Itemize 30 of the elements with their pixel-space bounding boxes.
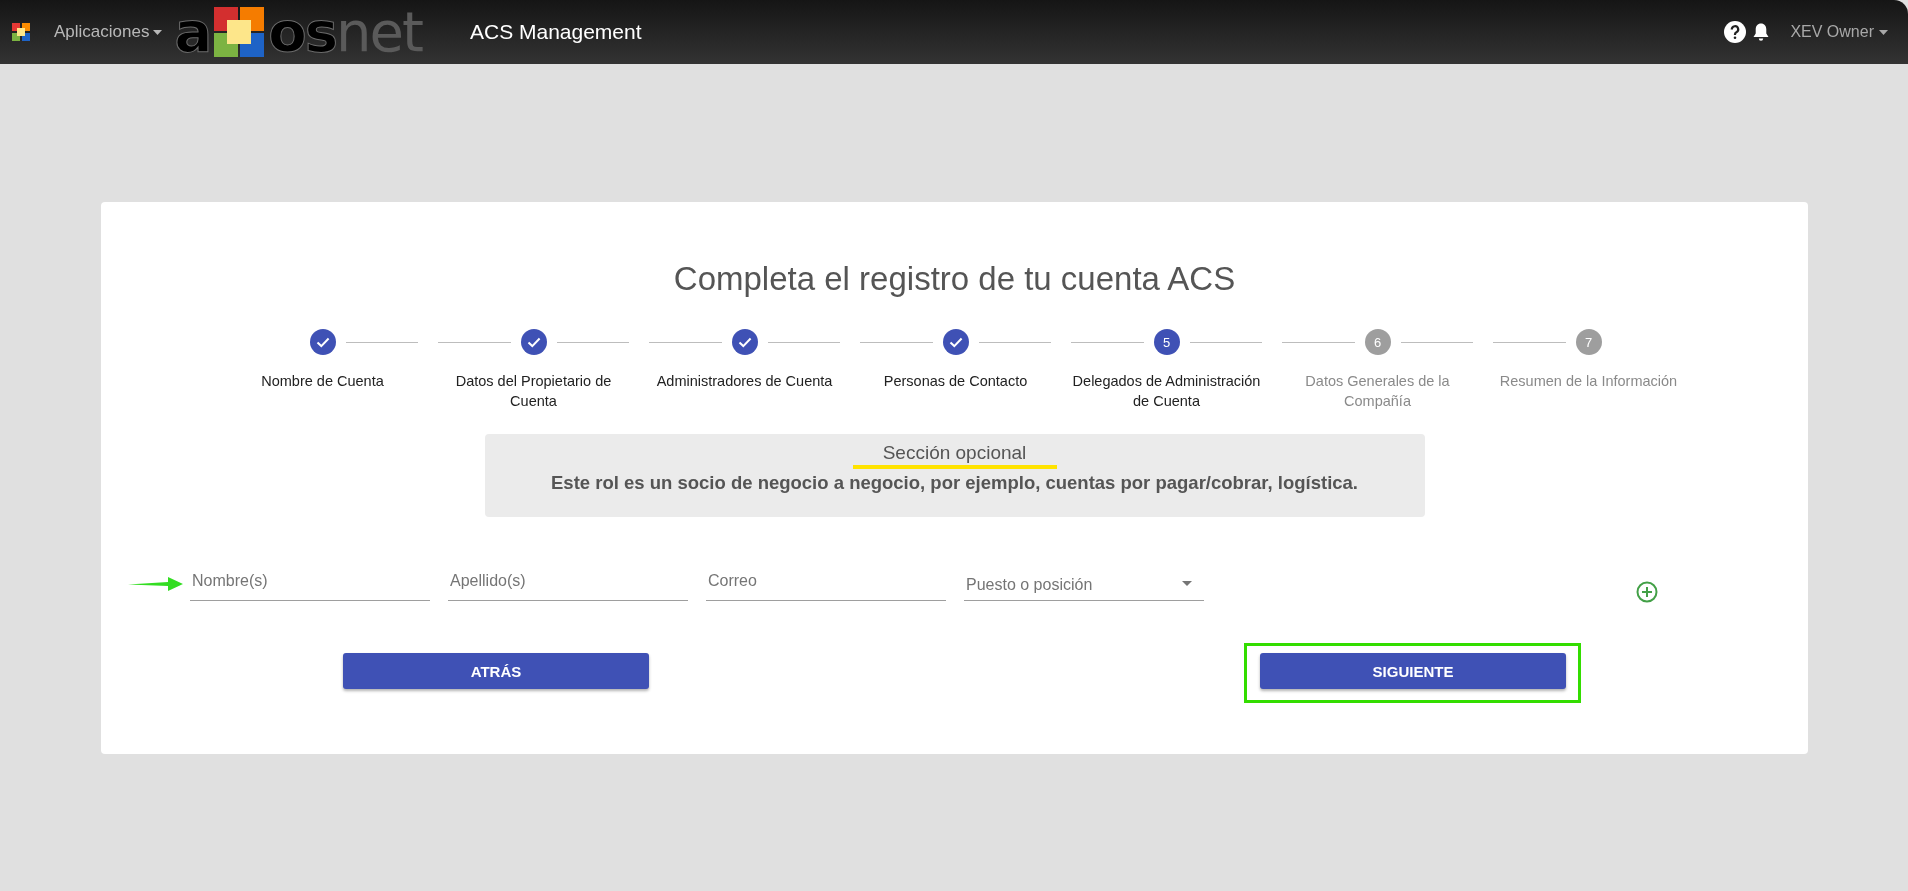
step-number: 5: [1153, 329, 1180, 355]
input-field[interactable]: Correo: [706, 567, 946, 601]
help-icon[interactable]: [1724, 21, 1747, 43]
input-field[interactable]: Apellido(s): [448, 567, 688, 601]
caret-icon: [153, 29, 163, 35]
page-title: Completa el registro de tu cuenta ACS: [672, 260, 1237, 298]
app-logo-icon: [10, 21, 32, 43]
step-label: Nombre de Cuenta: [260, 372, 385, 391]
step-label: Administradores de Cuenta: [655, 372, 834, 391]
bell-icon[interactable]: [1752, 22, 1771, 42]
select-field[interactable]: Puesto o posición: [964, 567, 1204, 601]
step-label: Resumen de la Información: [1498, 372, 1679, 391]
caret-icon: [1879, 29, 1888, 35]
app-title: ACS Management: [469, 20, 642, 44]
user-menu[interactable]: XEV Owner: [1790, 23, 1888, 41]
apps-menu[interactable]: Aplicaciones: [54, 22, 163, 42]
brand-logo: a osnet: [174, 0, 422, 64]
step-label: Datos Generales de la Compañía: [1304, 372, 1451, 411]
section-description: Este rol es un socio de negocio a negocio, por ejemplo, cuentas por pagar/cobrar, logística.: [551, 472, 1358, 494]
next-button[interactable]: SIGUIENTE: [1260, 653, 1566, 689]
step-number: 7: [1575, 329, 1602, 355]
dropdown-caret-icon: [1182, 581, 1192, 586]
step-label: Delegados de Administración de Cuenta: [1072, 372, 1261, 411]
input-field[interactable]: Nombre(s): [190, 567, 430, 601]
step-label: Personas de Contacto: [882, 372, 1029, 391]
step-label: Datos del Propietario de Cuenta: [454, 372, 613, 411]
add-circle-icon[interactable]: [1636, 581, 1658, 603]
step-number: 6: [1364, 329, 1391, 355]
back-button[interactable]: ATRÁS: [343, 653, 649, 689]
section-heading: Sección opcional: [882, 442, 1027, 464]
